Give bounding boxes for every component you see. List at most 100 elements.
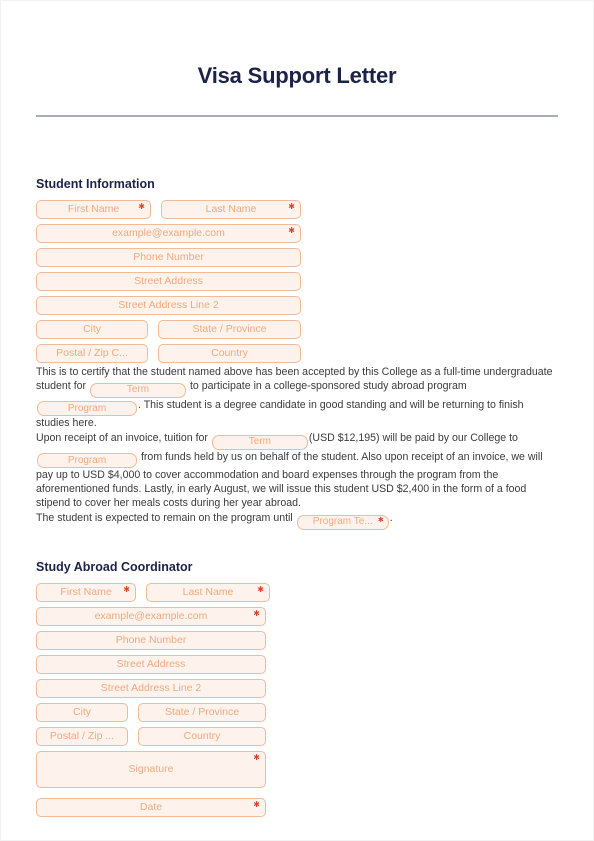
required-asterisk: ✱ (257, 585, 264, 594)
coordinator-country-input[interactable]: Country (138, 727, 266, 746)
coordinator-postal-country-row: Postal / Zip ... Country (36, 727, 560, 746)
coordinator-city-state-row: City State / Province (36, 703, 560, 722)
term-placeholder: Term (126, 384, 150, 396)
student-information-section: Student Information First Name ✱ Last Na… (1, 177, 594, 368)
student-email-row: example@example.com ✱ (36, 224, 560, 243)
coordinator-email-input[interactable]: example@example.com ✱ (36, 607, 266, 626)
term-inline-input-2[interactable]: Term (211, 434, 308, 450)
student-name-row: First Name ✱ Last Name ✱ (36, 200, 560, 219)
coordinator-date-row: Date ✱ (36, 798, 560, 817)
coordinator-state-province-input[interactable]: State / Province (138, 703, 266, 722)
student-country-placeholder: Country (211, 347, 248, 360)
paragraph-2-text-part-2: (USD $12,195) will be paid by our Colleg… (308, 432, 518, 444)
program-end-paragraph: The student is expected to remain on the… (36, 511, 560, 530)
required-asterisk: ✱ (253, 609, 260, 618)
paragraph-3-text-part-1: The student is expected to remain on the… (36, 512, 293, 524)
coordinator-postal-zip-code-input[interactable]: Postal / Zip ... (36, 727, 128, 746)
coordinator-date-input[interactable]: Date ✱ (36, 798, 266, 817)
student-city-state-row: City State / Province (36, 320, 560, 339)
coordinator-last-name-input[interactable]: Last Name ✱ (146, 583, 270, 602)
coordinator-section: Study Abroad Coordinator First Name ✱ La… (1, 560, 594, 822)
student-first-name-input[interactable]: First Name ✱ (36, 200, 151, 219)
coordinator-street-address-placeholder: Street Address (116, 658, 186, 671)
student-street-row: Street Address (36, 272, 560, 291)
coordinator-phone-number-placeholder: Phone Number (115, 634, 187, 647)
student-last-name-input[interactable]: Last Name ✱ (161, 200, 301, 219)
program-placeholder: Program (67, 454, 107, 466)
coordinator-first-name-placeholder: First Name (60, 586, 112, 599)
student-street-address-line-2-input[interactable]: Street Address Line 2 (36, 296, 301, 315)
term-placeholder: Term (248, 436, 272, 447)
student-section-heading: Student Information (36, 177, 155, 191)
required-asterisk: ✱ (377, 516, 384, 524)
coordinator-section-heading: Study Abroad Coordinator (36, 560, 193, 574)
required-asterisk: ✱ (123, 585, 130, 594)
tuition-paragraph: Upon receipt of an invoice, tuition for … (36, 431, 560, 511)
student-state-province-placeholder: State / Province (192, 323, 267, 336)
coordinator-signature-row: Signature ✱ (36, 751, 560, 793)
coordinator-street-address-input[interactable]: Street Address (36, 655, 266, 674)
coordinator-email-row: example@example.com ✱ (36, 607, 560, 626)
student-street-address-placeholder: Street Address (134, 275, 203, 288)
required-asterisk: ✱ (253, 753, 260, 762)
coordinator-signature-placeholder: Signature (128, 763, 174, 776)
coordinator-phone-row: Phone Number (36, 631, 560, 650)
coordinator-postal-zip-code-placeholder: Postal / Zip ... (49, 730, 115, 743)
term-inline-input-1[interactable]: Term (90, 382, 187, 398)
student-first-name-placeholder: First Name (67, 203, 120, 216)
certification-paragraph: This is to certify that the student name… (36, 365, 560, 430)
coordinator-street-row: Street Address (36, 655, 560, 674)
coordinator-last-name-placeholder: Last Name (182, 586, 234, 599)
coordinator-city-input[interactable]: City (36, 703, 128, 722)
coordinator-email-placeholder: example@example.com (94, 610, 208, 623)
student-street-2-row: Street Address Line 2 (36, 296, 560, 315)
coordinator-street-2-row: Street Address Line 2 (36, 679, 560, 698)
program-term-placeholder: Program Te... (312, 516, 373, 527)
student-phone-number-placeholder: Phone Number (133, 251, 204, 264)
coordinator-city-placeholder: City (72, 706, 92, 719)
student-phone-row: Phone Number (36, 248, 560, 267)
student-email-input[interactable]: example@example.com ✱ (36, 224, 301, 243)
student-street-address-input[interactable]: Street Address (36, 272, 301, 291)
coordinator-state-province-placeholder: State / Province (164, 706, 240, 719)
student-street-address-line-2-placeholder: Street Address Line 2 (118, 299, 219, 312)
student-state-province-input[interactable]: State / Province (158, 320, 301, 339)
student-email-placeholder: example@example.com (112, 227, 225, 240)
program-placeholder: Program (67, 402, 107, 414)
student-postal-country-row: Postal / Zip C... Country (36, 344, 560, 363)
coordinator-phone-number-input[interactable]: Phone Number (36, 631, 266, 650)
title-divider (36, 115, 558, 117)
student-country-input[interactable]: Country (158, 344, 301, 363)
required-asterisk: ✱ (253, 800, 260, 809)
coordinator-signature-input[interactable]: Signature ✱ (36, 751, 266, 788)
student-postal-zip-code-input[interactable]: Postal / Zip C... (36, 344, 148, 363)
program-inline-input-2[interactable]: Program (37, 453, 137, 468)
coordinator-country-placeholder: Country (183, 730, 221, 743)
coordinator-date-placeholder: Date (139, 801, 163, 814)
coordinator-street-address-line-2-placeholder: Street Address Line 2 (100, 682, 202, 695)
paragraph-2-text-part-1: Upon receipt of an invoice, tuition for (36, 432, 208, 444)
page-title: Visa Support Letter (197, 63, 397, 88)
student-city-input[interactable]: City (36, 320, 148, 339)
program-inline-input-1[interactable]: Program (37, 401, 137, 417)
paragraph-1-text-part-2: to participate in a college-sponsored st… (189, 380, 467, 393)
student-city-placeholder: City (82, 323, 102, 336)
coordinator-street-address-line-2-input[interactable]: Street Address Line 2 (36, 679, 266, 698)
student-phone-number-input[interactable]: Phone Number (36, 248, 301, 267)
student-postal-zip-code-placeholder: Postal / Zip C... (56, 347, 128, 360)
document-page: Visa Support Letter Student Information … (0, 0, 594, 841)
student-last-name-placeholder: Last Name (205, 203, 257, 216)
required-asterisk: ✱ (138, 202, 145, 211)
required-asterisk: ✱ (288, 226, 295, 235)
coordinator-first-name-input[interactable]: First Name ✱ (36, 583, 136, 602)
paragraph-3-text-part-2: . (389, 512, 393, 524)
coordinator-name-row: First Name ✱ Last Name ✱ (36, 583, 560, 602)
student-fields: First Name ✱ Last Name ✱ example@example… (36, 200, 560, 363)
program-term-inline-input[interactable]: Program Te... ✱ (296, 514, 389, 530)
required-asterisk: ✱ (288, 202, 295, 211)
